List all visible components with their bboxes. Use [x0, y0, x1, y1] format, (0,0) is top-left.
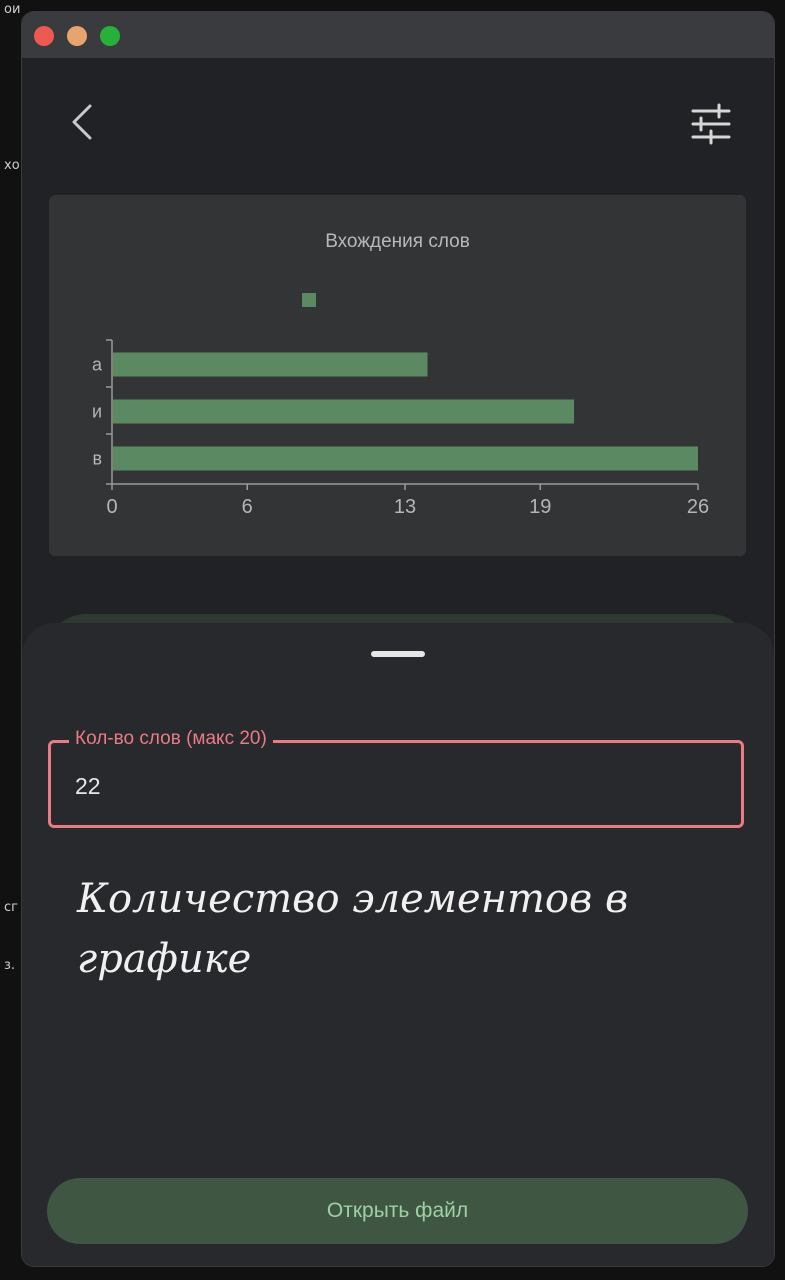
app-window: Вхождения слов а и в 0 6 13 19 26 Кол-во слов (…: [22, 12, 774, 1266]
window-titlebar[interactable]: [22, 12, 774, 58]
sheet-drag-handle[interactable]: [371, 651, 425, 657]
y-tick-label: в: [92, 449, 102, 469]
sliders-icon: [691, 103, 731, 145]
background-text-fragment: хо: [4, 158, 20, 173]
bar-в: [113, 446, 698, 471]
bottom-sheet: Кол-во слов (макс 20) 22 Количество элем…: [22, 623, 774, 1266]
open-file-button[interactable]: Открыть файл: [47, 1178, 748, 1244]
back-button[interactable]: [62, 100, 102, 144]
x-tick-label: 13: [394, 496, 416, 518]
word-count-label: Кол-во слов (макс 20): [69, 728, 273, 750]
background-text-fragment: з.: [4, 958, 16, 973]
x-tick-label: 0: [106, 496, 117, 518]
background-text-fragment: сг: [4, 900, 18, 915]
chart-plot: а и в 0 6 13 19 26: [92, 339, 709, 518]
word-frequency-chart: Вхождения слов а и в 0 6 13 19 26: [49, 195, 746, 556]
x-tick-label: 6: [242, 496, 253, 518]
y-tick-label: и: [92, 402, 102, 422]
filter-settings-button[interactable]: [687, 103, 735, 147]
word-count-input[interactable]: 22: [75, 773, 101, 800]
word-count-field[interactable]: Кол-во слов (макс 20) 22: [48, 728, 744, 828]
x-tick-label: 26: [687, 496, 709, 518]
chevron-left-icon: [72, 104, 92, 140]
handwritten-annotation: Количество элементов в графике: [77, 876, 629, 982]
bar-а: [113, 352, 428, 377]
minimize-window-button[interactable]: [67, 26, 87, 46]
bar-и: [113, 399, 575, 424]
app-content: Вхождения слов а и в 0 6 13 19 26 Кол-во слов (…: [22, 58, 774, 1266]
y-tick-label: а: [92, 355, 103, 375]
maximize-window-button[interactable]: [100, 26, 120, 46]
background-text-fragment: ои: [4, 2, 21, 17]
close-window-button[interactable]: [34, 26, 54, 46]
x-tick-label: 19: [529, 496, 551, 518]
